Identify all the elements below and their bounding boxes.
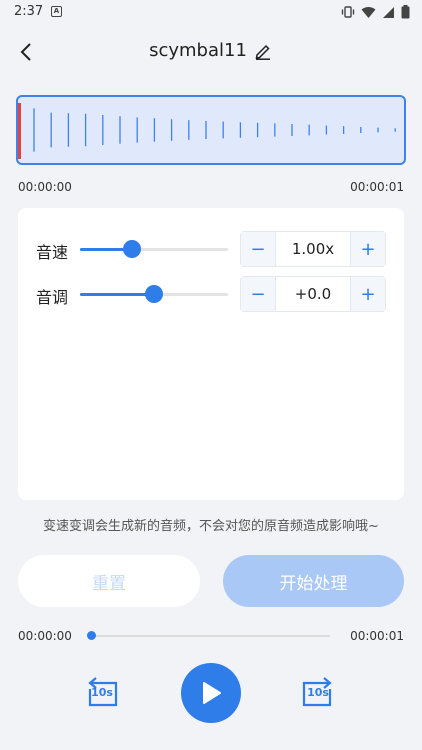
pitch-row: 音调 − +0.0 + bbox=[18, 276, 404, 312]
waveform-end-time: 00:00:01 bbox=[350, 180, 404, 194]
player-current-time: 00:00:00 bbox=[18, 629, 72, 643]
signal-icon bbox=[383, 6, 394, 18]
waveform-playhead[interactable] bbox=[18, 103, 21, 159]
notification-icon: A bbox=[51, 6, 62, 17]
play-button[interactable] bbox=[181, 663, 241, 723]
status-bar: 2:37 A bbox=[0, 0, 422, 24]
status-icons bbox=[341, 5, 410, 19]
battery-icon bbox=[401, 5, 410, 19]
skip-forward-label: 10s bbox=[307, 686, 329, 699]
speed-slider[interactable] bbox=[80, 240, 228, 258]
speed-slider-thumb[interactable] bbox=[122, 240, 141, 258]
speed-decrease-button[interactable]: − bbox=[241, 232, 275, 266]
pitch-increase-button[interactable]: + bbox=[351, 277, 385, 311]
pitch-slider-thumb[interactable] bbox=[145, 285, 163, 303]
skip-back-label: 10s bbox=[91, 686, 113, 699]
skip-back-button[interactable]: 10s bbox=[82, 675, 122, 711]
vibrate-icon bbox=[341, 6, 355, 18]
pitch-slider-fill bbox=[80, 293, 154, 296]
start-processing-button[interactable]: 开始处理 bbox=[223, 555, 404, 607]
speed-row: 音速 − 1.00x + bbox=[18, 231, 404, 267]
hint-text: 变速变调会生成新的音频，不会对您的原音频造成影响哦~ bbox=[43, 519, 379, 534]
waveform-start-time: 00:00:00 bbox=[18, 180, 72, 194]
waveform-bars bbox=[33, 108, 396, 152]
speed-increase-button[interactable]: + bbox=[351, 232, 385, 266]
player-progress-thumb[interactable] bbox=[87, 631, 96, 640]
player-progress-bar[interactable] bbox=[87, 631, 330, 640]
skip-forward-button[interactable]: 10s bbox=[298, 675, 338, 711]
pitch-label: 音调 bbox=[36, 288, 69, 307]
play-icon bbox=[203, 682, 221, 704]
reset-button[interactable]: 重置 bbox=[18, 555, 200, 607]
pitch-decrease-button[interactable]: − bbox=[241, 277, 275, 311]
edit-title-button[interactable] bbox=[253, 41, 273, 61]
title-bar: scymbal11 bbox=[0, 40, 422, 61]
status-time: 2:37 bbox=[14, 4, 44, 19]
player-total-time: 00:00:01 bbox=[350, 629, 404, 643]
pencil-icon bbox=[255, 44, 270, 60]
wifi-icon bbox=[361, 6, 376, 18]
page-title: scymbal11 bbox=[149, 40, 247, 61]
pitch-slider[interactable] bbox=[80, 285, 228, 303]
speed-stepper: − 1.00x + bbox=[240, 231, 386, 267]
waveform[interactable] bbox=[16, 95, 406, 165]
speed-label: 音速 bbox=[36, 243, 69, 262]
speed-value: 1.00x bbox=[275, 232, 351, 266]
settings-card: 音速 − 1.00x + 音调 − +0.0 + bbox=[18, 208, 404, 500]
pitch-value: +0.0 bbox=[275, 277, 351, 311]
pitch-stepper: − +0.0 + bbox=[240, 276, 386, 312]
